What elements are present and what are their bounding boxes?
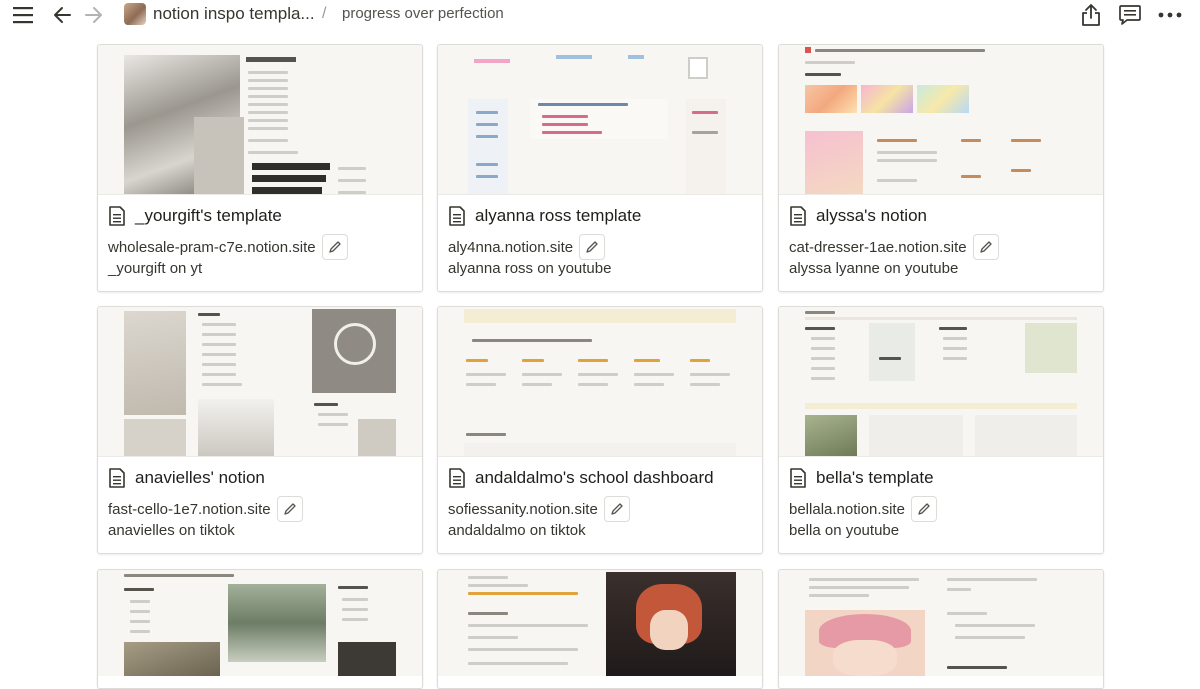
pencil-icon	[283, 503, 296, 515]
pencil-icon	[918, 503, 930, 515]
card-cover-preview	[779, 570, 1103, 676]
card-source: bella on youtube	[789, 522, 900, 539]
edit-url-button[interactable]	[910, 496, 937, 522]
card-source: _yourgift on yt	[108, 260, 203, 277]
card-cover-preview	[779, 307, 1103, 457]
card-title: _yourgift's template	[135, 206, 282, 225]
breadcrumb-separator: /	[322, 5, 327, 22]
card-title: alyssa's notion	[816, 206, 927, 225]
page-icon	[790, 206, 806, 226]
pencil-icon	[611, 503, 623, 515]
gallery-card[interactable]: _yourgift's template wholesale-pram-c7e.…	[97, 44, 423, 292]
comment-icon[interactable]	[1117, 2, 1143, 28]
edit-url-button[interactable]	[579, 234, 606, 260]
card-url[interactable]: fast-cello-1e7.notion.site	[108, 501, 271, 518]
card-title: bella's template	[816, 468, 934, 487]
top-bar: notion inspo templa... / progress over p…	[0, 0, 1200, 34]
card-cover-preview	[98, 307, 422, 457]
card-source: alyssa lyanne on youtube	[789, 260, 959, 277]
card-cover-preview	[98, 570, 422, 676]
page-icon	[449, 206, 465, 226]
gallery-card[interactable]: alyanna ross template aly4nna.notion.sit…	[437, 44, 763, 292]
page-icon	[790, 468, 806, 488]
more-icon[interactable]	[1157, 2, 1183, 28]
pencil-icon	[979, 241, 992, 253]
card-title: andaldalmo's school dashboard	[475, 468, 714, 487]
card-title: alyanna ross template	[475, 206, 642, 225]
pencil-icon	[586, 241, 598, 253]
card-source: andaldalmo on tiktok	[448, 522, 586, 539]
gallery-card[interactable]: anavielles' notion fast-cello-1e7.notion…	[97, 306, 423, 554]
pencil-icon	[328, 241, 341, 253]
page-icon	[109, 468, 125, 488]
card-url[interactable]: aly4nna.notion.site	[448, 239, 573, 256]
card-url[interactable]: sofiessanity.notion.site	[448, 501, 598, 518]
menu-icon[interactable]	[10, 2, 36, 28]
card-title: anavielles' notion	[135, 468, 265, 487]
breadcrumb-current[interactable]: progress over perfection	[342, 5, 504, 22]
gallery-view: _yourgift's template wholesale-pram-c7e.…	[0, 34, 1200, 689]
gallery-card[interactable]: alyssa's notion cat-dresser-1ae.notion.s…	[778, 44, 1104, 292]
card-cover-preview	[98, 45, 422, 195]
page-icon	[449, 468, 465, 488]
edit-url-button[interactable]	[972, 234, 999, 260]
card-source: alyanna ross on youtube	[448, 260, 612, 277]
card-source: anavielles on tiktok	[108, 522, 235, 539]
card-cover-preview	[779, 45, 1103, 195]
gallery-card[interactable]	[437, 569, 763, 689]
card-cover-preview	[438, 45, 762, 195]
gallery-card[interactable]	[778, 569, 1104, 689]
edit-url-button[interactable]	[276, 496, 303, 522]
gallery-card[interactable]	[97, 569, 423, 689]
card-url[interactable]: bellala.notion.site	[789, 501, 905, 518]
share-icon[interactable]	[1079, 2, 1103, 28]
edit-url-button[interactable]	[321, 234, 348, 260]
gallery-card[interactable]: bella's template bellala.notion.site bel…	[778, 306, 1104, 554]
edit-url-button[interactable]	[603, 496, 630, 522]
card-cover-preview	[438, 570, 762, 676]
page-icon	[109, 206, 125, 226]
back-arrow-icon[interactable]	[50, 2, 74, 28]
card-cover-preview	[438, 307, 762, 457]
card-url[interactable]: wholesale-pram-c7e.notion.site	[108, 239, 316, 256]
breadcrumb-parent[interactable]: notion inspo templa...	[153, 4, 315, 24]
gallery-card[interactable]: andaldalmo's school dashboard sofiessani…	[437, 306, 763, 554]
card-url[interactable]: cat-dresser-1ae.notion.site	[789, 239, 967, 256]
page-avatar[interactable]	[124, 3, 146, 25]
forward-arrow-icon[interactable]	[82, 2, 106, 28]
